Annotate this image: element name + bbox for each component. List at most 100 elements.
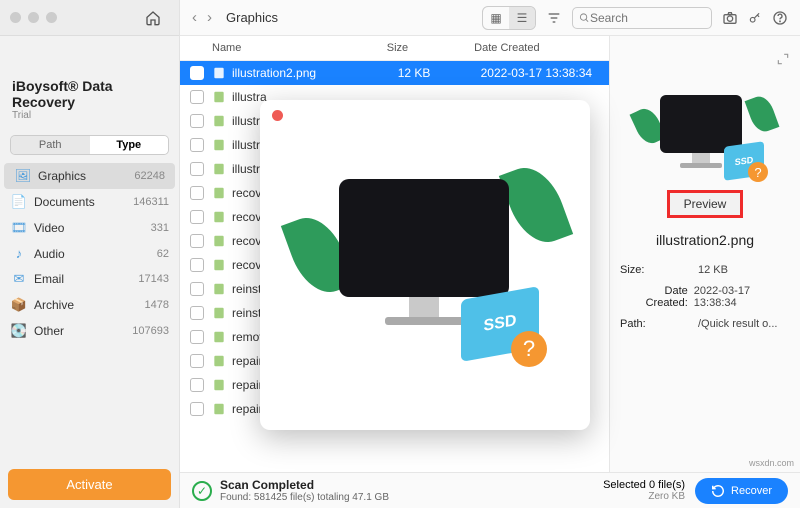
row-checkbox[interactable]: [190, 402, 204, 416]
row-checkbox[interactable]: [190, 162, 204, 176]
size-label: Size:: [620, 264, 692, 276]
file-size: 12 KB: [398, 66, 481, 80]
file-icon: [212, 138, 226, 152]
help-icon[interactable]: [772, 10, 788, 26]
category-icon: 📄: [10, 194, 28, 210]
preview-thumbnail: SSD ?: [640, 90, 770, 180]
app-edition: Trial: [12, 110, 167, 121]
key-icon[interactable]: [748, 11, 762, 25]
title-bar: [0, 0, 179, 36]
row-checkbox[interactable]: [190, 354, 204, 368]
toolbar: ‹ › Graphics ▦ ☰: [180, 0, 800, 36]
tab-type[interactable]: Type: [90, 136, 169, 154]
category-count: 107693: [132, 325, 169, 337]
row-checkbox[interactable]: [190, 306, 204, 320]
category-video[interactable]: 🎞Video331: [0, 215, 179, 241]
preview-image: SSD ?: [295, 155, 555, 375]
category-icon: 📦: [10, 297, 28, 313]
preview-button[interactable]: Preview: [667, 190, 744, 218]
sidebar-tabs: Path Type: [10, 135, 169, 155]
search-box[interactable]: [572, 7, 712, 29]
row-checkbox[interactable]: [190, 210, 204, 224]
nav-forward-icon[interactable]: ›: [207, 9, 212, 26]
path-label: Path:: [620, 318, 692, 330]
row-checkbox[interactable]: [190, 114, 204, 128]
camera-icon[interactable]: [722, 10, 738, 26]
file-icon: [212, 282, 226, 296]
check-icon: ✓: [192, 481, 212, 501]
popup-close-icon[interactable]: [272, 110, 283, 121]
home-icon[interactable]: [145, 10, 161, 26]
preview-popup[interactable]: SSD ?: [260, 100, 590, 430]
row-checkbox[interactable]: [190, 234, 204, 248]
file-icon: [212, 210, 226, 224]
file-date: 2022-03-17 13:38:34: [481, 66, 599, 80]
tab-path[interactable]: Path: [11, 136, 90, 154]
expand-icon[interactable]: [776, 52, 790, 66]
watermark: wsxdn.com: [749, 458, 794, 468]
category-list: 🖼Graphics62248📄Documents146311🎞Video331♪…: [0, 163, 179, 461]
file-icon: [212, 114, 226, 128]
col-size[interactable]: Size: [387, 42, 474, 54]
recover-button[interactable]: Recover: [695, 478, 788, 504]
category-name: Email: [34, 272, 138, 286]
activate-button[interactable]: Activate: [8, 469, 171, 500]
row-checkbox[interactable]: [190, 330, 204, 344]
col-name[interactable]: Name: [212, 42, 387, 54]
category-other[interactable]: 💽Other107693: [0, 318, 179, 344]
row-checkbox[interactable]: [190, 66, 204, 80]
file-icon: [212, 402, 226, 416]
category-documents[interactable]: 📄Documents146311: [0, 189, 179, 215]
category-name: Graphics: [38, 169, 134, 183]
category-name: Audio: [34, 247, 157, 261]
scan-status-title: Scan Completed: [220, 478, 389, 492]
nav-back-icon[interactable]: ‹: [192, 9, 197, 26]
row-checkbox[interactable]: [190, 138, 204, 152]
category-name: Documents: [34, 195, 133, 209]
monitor-icon: [660, 95, 742, 153]
list-view-icon[interactable]: ☰: [509, 7, 535, 29]
filter-icon[interactable]: [546, 10, 562, 26]
row-checkbox[interactable]: [190, 258, 204, 272]
row-checkbox[interactable]: [190, 282, 204, 296]
selected-size: Zero KB: [603, 491, 685, 502]
category-email[interactable]: ✉Email17143: [0, 266, 179, 292]
grid-view-icon[interactable]: ▦: [483, 7, 509, 29]
category-icon: 🖼: [14, 168, 32, 184]
category-name: Video: [34, 221, 151, 235]
file-icon: [212, 258, 226, 272]
preview-filename: illustration2.png: [656, 232, 754, 248]
category-icon: 🎞: [10, 220, 28, 236]
leaf-icon: [745, 93, 780, 135]
search-input[interactable]: [590, 11, 705, 25]
window-minimize-icon[interactable]: [28, 12, 39, 23]
status-bar: ✓ Scan Completed Found: 581425 file(s) t…: [180, 472, 800, 508]
file-icon: [212, 162, 226, 176]
window-close-icon[interactable]: [10, 12, 21, 23]
category-graphics[interactable]: 🖼Graphics62248: [4, 163, 175, 189]
sidebar: iBoysoft® Data Recovery Trial Path Type …: [0, 0, 180, 508]
view-toggle: ▦ ☰: [482, 6, 536, 30]
col-date[interactable]: Date Created: [474, 42, 599, 54]
file-icon: [212, 354, 226, 368]
category-audio[interactable]: ♪ Audio62: [0, 241, 179, 266]
leaf-icon: [499, 159, 573, 251]
date-value: 2022-03-17 13:38:34: [694, 285, 790, 309]
scan-status-sub: Found: 581425 file(s) totaling 47.1 GB: [220, 492, 389, 503]
selected-count: Selected 0 file(s): [603, 479, 685, 491]
file-icon: [212, 378, 226, 392]
window-zoom-icon[interactable]: [46, 12, 57, 23]
app-brand: iBoysoft® Data Recovery: [12, 78, 167, 110]
file-icon: [212, 66, 226, 80]
row-checkbox[interactable]: [190, 90, 204, 104]
file-row[interactable]: illustration2.png12 KB2022-03-17 13:38:3…: [180, 61, 609, 85]
file-name: illustration2.png: [232, 66, 398, 80]
row-checkbox[interactable]: [190, 378, 204, 392]
breadcrumb: Graphics: [226, 10, 278, 25]
size-value: 12 KB: [698, 264, 728, 276]
file-icon: [212, 330, 226, 344]
row-checkbox[interactable]: [190, 186, 204, 200]
category-count: 62: [157, 248, 169, 260]
category-icon: ♪: [10, 246, 28, 261]
category-archive[interactable]: 📦Archive1478: [0, 292, 179, 318]
